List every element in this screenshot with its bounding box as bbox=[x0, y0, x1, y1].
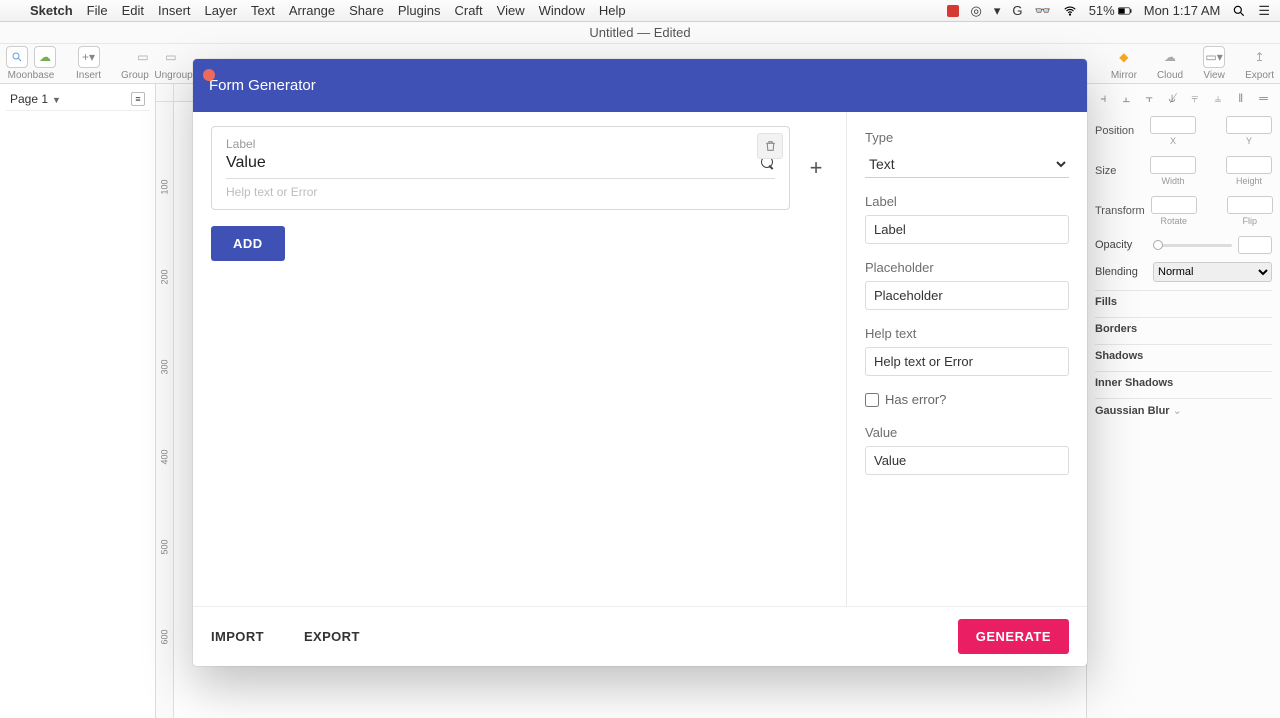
close-button[interactable] bbox=[203, 69, 215, 81]
menu-arrange[interactable]: Arrange bbox=[289, 3, 335, 18]
page-selector[interactable]: Page 1▼ ≡ bbox=[6, 88, 149, 111]
size-w-input[interactable] bbox=[1150, 156, 1196, 174]
menu-share[interactable]: Share bbox=[349, 3, 384, 18]
placeholder-label: Placeholder bbox=[865, 260, 1069, 275]
menu-view[interactable]: View bbox=[497, 3, 525, 18]
ruler-corner bbox=[156, 84, 174, 102]
distribute-h-icon[interactable]: ‖ bbox=[1232, 90, 1249, 106]
section-inner-shadows[interactable]: Inner Shadows bbox=[1095, 371, 1272, 394]
value-label: Value bbox=[865, 425, 1069, 440]
value-input[interactable] bbox=[865, 446, 1069, 475]
ruler-vertical: 100 200 300 400 500 600 bbox=[156, 102, 174, 718]
field-help-text: Help text or Error bbox=[226, 185, 775, 199]
wifi-icon[interactable] bbox=[1063, 4, 1077, 18]
menu-file[interactable]: File bbox=[87, 3, 108, 18]
align-top-icon[interactable]: ⫝̸ bbox=[1164, 90, 1181, 106]
menu-layer[interactable]: Layer bbox=[205, 3, 238, 18]
record-indicator-icon[interactable] bbox=[947, 5, 959, 17]
dialog-main: Label Value Help text or Error + ADD bbox=[193, 112, 847, 606]
tool-view[interactable]: ▭▾ View bbox=[1203, 46, 1225, 81]
align-bottom-icon[interactable]: ⫨ bbox=[1209, 90, 1226, 106]
generate-button[interactable]: GENERATE bbox=[958, 619, 1069, 654]
layers-panel: Page 1▼ ≡ bbox=[0, 84, 156, 718]
add-row-button[interactable]: + bbox=[804, 156, 828, 180]
blending-select[interactable]: Normal bbox=[1153, 262, 1272, 282]
dialog-side-panel: Type Text Label Placeholder Help text Ha… bbox=[847, 112, 1087, 606]
type-select[interactable]: Text bbox=[865, 151, 1069, 178]
opacity-value[interactable] bbox=[1238, 236, 1272, 254]
tool-insert[interactable]: +▾ Insert bbox=[76, 46, 101, 81]
macos-menubar: Sketch File Edit Insert Layer Text Arran… bbox=[0, 0, 1280, 22]
type-label: Type bbox=[865, 130, 1069, 145]
group-icon: ▭ bbox=[132, 46, 154, 68]
menu-window[interactable]: Window bbox=[539, 3, 585, 18]
help-label: Help text bbox=[865, 326, 1069, 341]
form-generator-dialog: Form Generator Label Value Help text or … bbox=[193, 59, 1087, 666]
field-label: Label bbox=[226, 137, 775, 151]
align-center-v-icon[interactable]: ⫧ bbox=[1187, 90, 1204, 106]
google-icon[interactable]: G bbox=[1012, 3, 1022, 18]
position-x-input[interactable] bbox=[1150, 116, 1196, 134]
menu-edit[interactable]: Edit bbox=[122, 3, 144, 18]
opacity-slider[interactable] bbox=[1153, 244, 1232, 247]
form-field-card[interactable]: Label Value Help text or Error bbox=[211, 126, 790, 210]
tool-mirror[interactable]: ◆ Mirror bbox=[1111, 46, 1137, 81]
align-right-icon[interactable]: ⫟ bbox=[1141, 90, 1158, 106]
section-fills[interactable]: Fills bbox=[1095, 290, 1272, 313]
dialog-header: Form Generator bbox=[193, 59, 1087, 112]
tool-export[interactable]: ↥ Export bbox=[1245, 46, 1274, 81]
add-field-button[interactable]: ADD bbox=[211, 226, 285, 261]
section-shadows[interactable]: Shadows bbox=[1095, 344, 1272, 367]
import-button[interactable]: IMPORT bbox=[211, 629, 264, 644]
dropbox-icon[interactable]: ▾ bbox=[994, 3, 1001, 19]
ungroup-icon: ▭ bbox=[160, 46, 182, 68]
app-name[interactable]: Sketch bbox=[30, 3, 73, 18]
label-input[interactable] bbox=[865, 215, 1069, 244]
flip-input[interactable] bbox=[1227, 196, 1273, 214]
rotate-input[interactable] bbox=[1151, 196, 1197, 214]
export-button[interactable]: EXPORT bbox=[304, 629, 360, 644]
location-icon[interactable]: ◎ bbox=[971, 3, 982, 19]
glasses-icon[interactable]: 👓 bbox=[1035, 3, 1051, 19]
dialog-footer: IMPORT EXPORT GENERATE bbox=[193, 606, 1087, 666]
menu-help[interactable]: Help bbox=[599, 3, 626, 18]
align-left-icon[interactable]: ⫞ bbox=[1095, 90, 1112, 106]
distribute-v-icon[interactable]: ═ bbox=[1255, 90, 1272, 106]
size-h-input[interactable] bbox=[1226, 156, 1272, 174]
window-title: Untitled — Edited bbox=[0, 22, 1280, 44]
menu-insert[interactable]: Insert bbox=[158, 3, 191, 18]
inspector-panel: ⫞ ⫠ ⫟ ⫝̸ ⫧ ⫨ ‖ ═ Position X Y Size Width… bbox=[1086, 84, 1280, 718]
battery-icon[interactable]: 51% bbox=[1089, 3, 1132, 18]
menu-text[interactable]: Text bbox=[251, 3, 275, 18]
page-list-icon: ≡ bbox=[131, 92, 145, 106]
field-value[interactable]: Value bbox=[226, 154, 761, 172]
menu-plugins[interactable]: Plugins bbox=[398, 3, 441, 18]
align-center-h-icon[interactable]: ⫠ bbox=[1118, 90, 1135, 106]
label-label: Label bbox=[865, 194, 1069, 209]
delete-field-button[interactable] bbox=[757, 133, 783, 159]
has-error-checkbox[interactable]: Has error? bbox=[865, 392, 1069, 407]
dialog-title: Form Generator bbox=[209, 77, 316, 94]
tool-moonbase[interactable]: ☁ Moonbase bbox=[6, 46, 56, 81]
menu-craft[interactable]: Craft bbox=[454, 3, 482, 18]
section-gaussian-blur[interactable]: Gaussian Blur ⌄ bbox=[1095, 398, 1272, 422]
clock[interactable]: Mon 1:17 AM bbox=[1144, 3, 1221, 18]
position-y-input[interactable] bbox=[1226, 116, 1272, 134]
tool-cloud[interactable]: ☁ Cloud bbox=[1157, 46, 1183, 81]
section-borders[interactable]: Borders bbox=[1095, 317, 1272, 340]
placeholder-input[interactable] bbox=[865, 281, 1069, 310]
spotlight-icon[interactable] bbox=[1232, 4, 1246, 18]
help-input[interactable] bbox=[865, 347, 1069, 376]
menu-extras-icon[interactable]: ☰ bbox=[1258, 3, 1270, 19]
tool-group[interactable]: ▭ ▭ Group Ungroup bbox=[121, 46, 193, 81]
